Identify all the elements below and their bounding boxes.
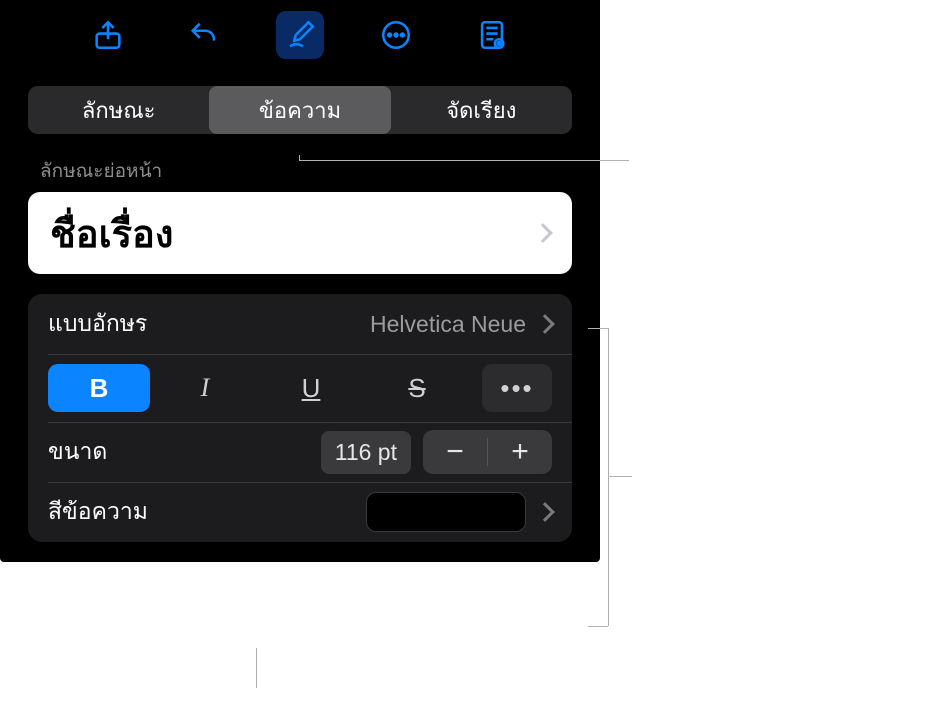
callout-line [608,476,632,477]
size-stepper: − + [423,430,552,474]
text-color-label: สีข้อความ [48,494,148,530]
size-value[interactable]: 116 pt [321,431,411,474]
callout-line [588,626,608,627]
callout-line [256,648,257,688]
italic-button[interactable]: I [154,364,256,412]
more-icon[interactable] [372,11,420,59]
main-toolbar [0,0,600,70]
callout-line [608,328,609,626]
more-text-options-button[interactable]: ••• [482,364,552,412]
bold-button[interactable]: B [48,364,150,412]
callout-line [299,160,629,161]
paragraph-style-title: ชื่อเรื่อง [50,203,173,264]
strikethrough-button[interactable]: S [366,364,468,412]
size-row: ขนาด 116 pt − + [28,422,572,482]
paragraph-style-row-container: ชื่อเรื่อง [0,192,600,294]
paragraph-style-label: ลักษณะย่อหน้า [0,152,600,192]
text-style-buttons-row: B I U S ••• [28,354,572,422]
tab-text[interactable]: ข้อความ [209,86,390,134]
tab-arrange[interactable]: จัดเรียง [391,86,572,134]
text-format-group: แบบอักษร Helvetica Neue B I U S ••• ขนาด… [28,294,572,542]
font-value: Helvetica Neue [370,311,526,338]
undo-icon[interactable] [180,11,228,59]
format-inspector-panel: ลักษณะ ข้อความ จัดเรียง ลักษณะย่อหน้า ชื… [0,0,600,562]
chevron-right-icon [535,314,555,334]
underline-button[interactable]: U [260,364,362,412]
share-icon[interactable] [84,11,132,59]
callout-line [588,328,608,329]
view-options-icon[interactable] [468,11,516,59]
chevron-right-icon [533,223,553,243]
text-color-swatch[interactable] [366,492,526,532]
size-label: ขนาด [48,434,107,470]
font-label: แบบอักษร [48,306,147,342]
tab-style[interactable]: ลักษณะ [28,86,209,134]
inspector-tabs-container: ลักษณะ ข้อความ จัดเรียง [0,70,600,152]
chevron-right-icon [535,502,555,522]
text-color-row[interactable]: สีข้อความ [28,482,572,542]
format-brush-icon[interactable] [276,11,324,59]
paragraph-style-selector[interactable]: ชื่อเรื่อง [28,192,572,274]
font-row[interactable]: แบบอักษร Helvetica Neue [28,294,572,354]
size-decrease-button[interactable]: − [423,430,487,474]
size-increase-button[interactable]: + [488,430,552,474]
inspector-tabs: ลักษณะ ข้อความ จัดเรียง [28,86,572,134]
